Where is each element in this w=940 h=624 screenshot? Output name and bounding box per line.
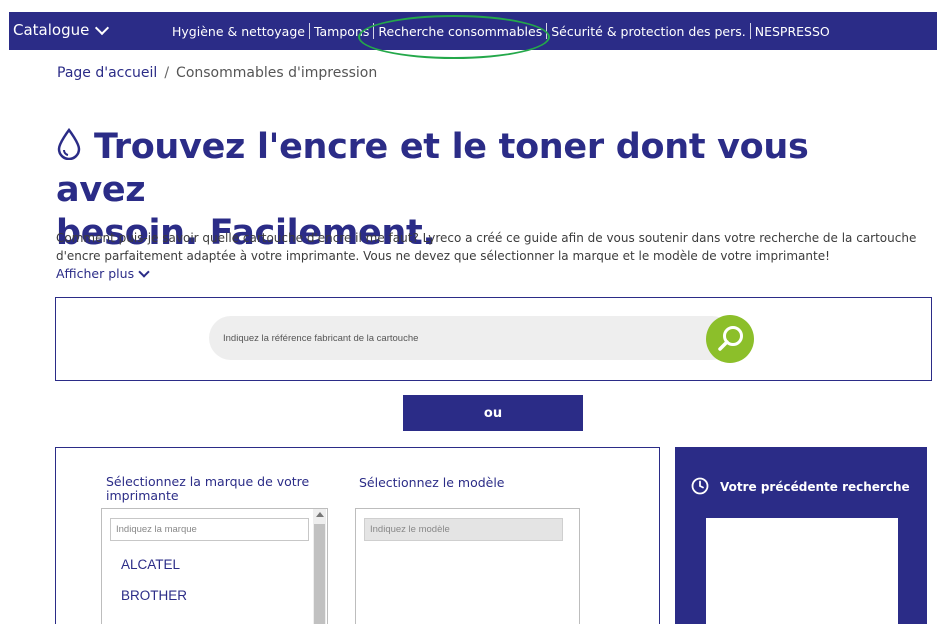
nav-item-hygiene[interactable]: Hygiène & nettoyage [169, 24, 308, 39]
brand-select-label: Sélectionnez la marque de votre impriman… [106, 474, 310, 503]
nav-item-nespresso[interactable]: NESPRESSO [752, 24, 833, 39]
intro-line-1: Comment puis-je savoir quelle cartouche … [56, 231, 917, 245]
nav-item-securite[interactable]: Sécurité & protection des pers. [548, 24, 749, 39]
search-button[interactable] [706, 315, 754, 363]
previous-search-content [706, 518, 898, 624]
nav-divider [308, 23, 310, 39]
nav-divider [546, 23, 548, 39]
nav-item-recherche-consommables[interactable]: Recherche consommables [375, 24, 545, 39]
breadcrumb-separator: / [164, 65, 170, 81]
show-more-link[interactable]: Afficher plus [56, 265, 150, 281]
brand-option-brother[interactable]: BROTHER [121, 588, 187, 603]
brand-list-scroll-thumb[interactable] [314, 524, 325, 624]
nav-divider [373, 23, 375, 39]
reference-search-input[interactable] [223, 328, 703, 348]
show-more-label: Afficher plus [56, 266, 135, 281]
intro-line-2: d'encre parfaitement adaptée à votre imp… [56, 249, 830, 263]
chevron-down-icon [95, 20, 110, 35]
breadcrumb: Page d'accueil / Consommables d'impressi… [57, 65, 377, 81]
brand-option-alcatel[interactable]: ALCATEL [121, 557, 180, 572]
model-filter-input[interactable] [364, 518, 563, 541]
chevron-down-icon [138, 265, 150, 278]
catalogue-menu-button[interactable]: Catalogue [13, 20, 110, 39]
nav-items: Hygiène & nettoyage Tampons Recherche co… [169, 23, 833, 39]
magnifier-icon [718, 326, 743, 351]
page-title-line1: Trouvez l'encre et le toner dont vous av… [56, 127, 809, 210]
breadcrumb-home-link[interactable]: Page d'accueil [57, 65, 157, 81]
scroll-up-arrow-icon[interactable] [316, 512, 324, 517]
or-separator-button[interactable]: ou [403, 395, 583, 431]
intro-text: Comment puis-je savoir quelle cartouche … [56, 229, 936, 265]
nav-divider [749, 23, 751, 39]
clock-icon [691, 477, 709, 495]
model-select-label: Sélectionnez le modèle [359, 475, 505, 490]
catalogue-label: Catalogue [13, 21, 90, 39]
nav-item-tampons[interactable]: Tampons [311, 24, 372, 39]
previous-search-title: Votre précédente recherche [720, 480, 910, 494]
brand-filter-input[interactable] [110, 518, 309, 541]
reference-search-bar [209, 316, 734, 360]
ink-drop-icon [57, 128, 81, 160]
top-navigation-bar: Catalogue Hygiène & nettoyage Tampons Re… [9, 12, 937, 50]
breadcrumb-current: Consommables d'impression [176, 65, 378, 81]
